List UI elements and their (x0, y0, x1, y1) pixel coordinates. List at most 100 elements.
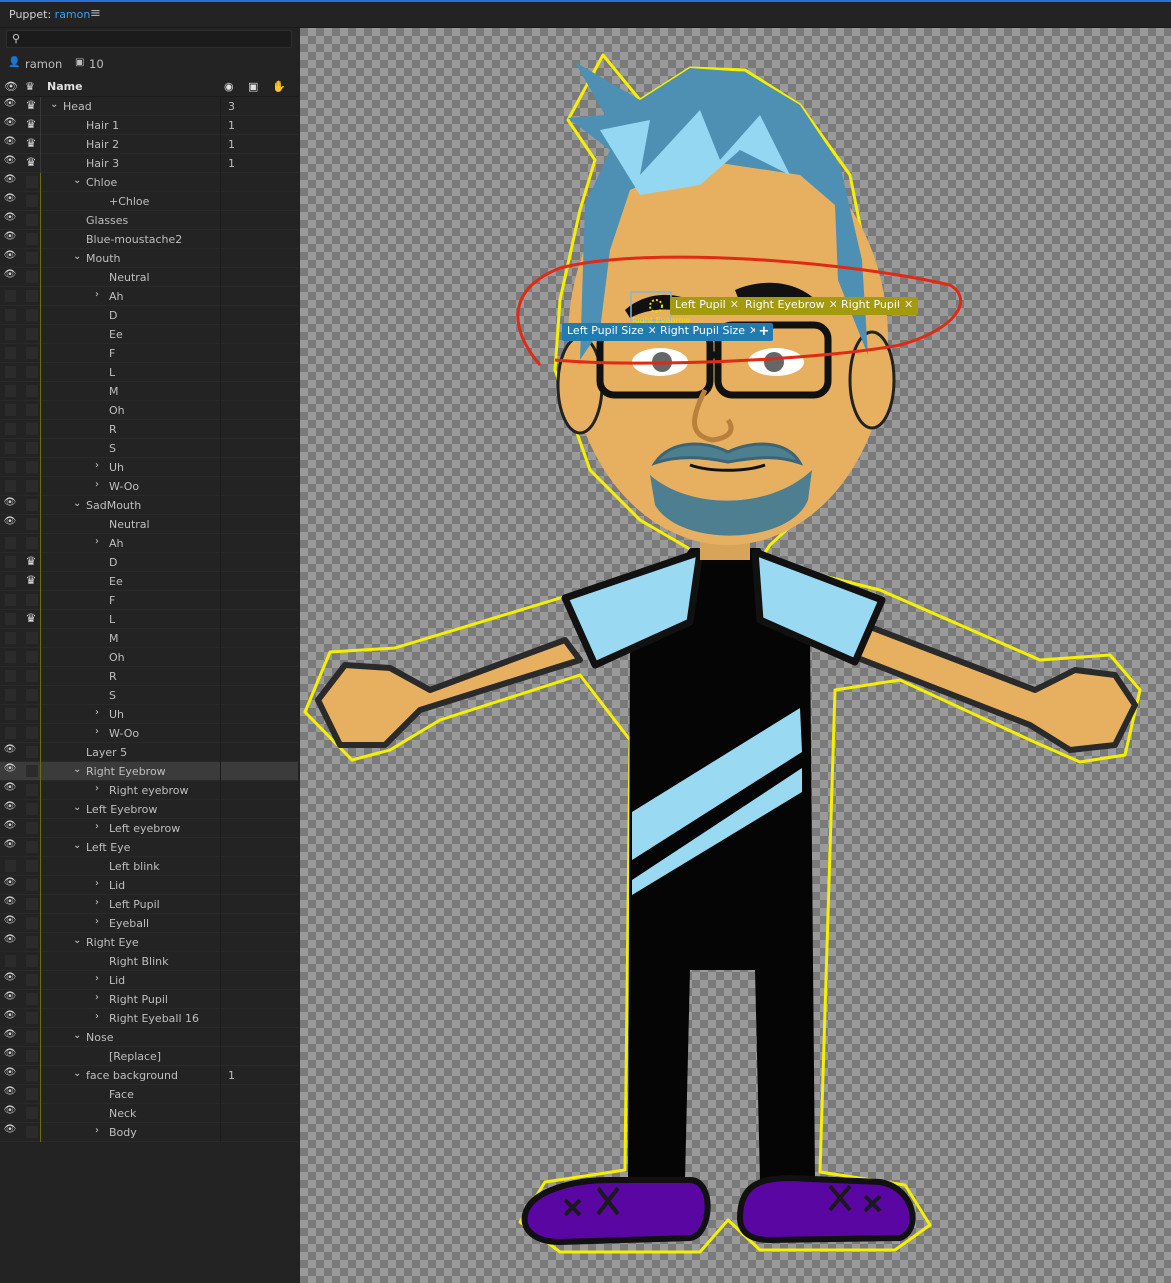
crown-toggle[interactable] (26, 784, 38, 796)
crown-toggle[interactable] (26, 860, 38, 872)
visibility-eye-icon[interactable]: 👁 (2, 516, 18, 527)
layer-row[interactable]: 👁 › Eyeball (0, 914, 298, 933)
visibility-eye-icon[interactable]: 👁 (2, 174, 18, 185)
crown-toggle[interactable] (26, 670, 38, 682)
puppet-name-link[interactable]: ramon (55, 8, 91, 21)
layer-row[interactable]: 👁 › Right Eyeball 16 (0, 1009, 298, 1028)
visibility-eye-icon[interactable]: 👁 (2, 98, 18, 109)
crown-toggle[interactable] (26, 385, 38, 397)
scene-canvas[interactable]: Right Eyebrow Left Pupil ✕ Right Eyebrow ✕… (300, 28, 1171, 1283)
visibility-eye-icon[interactable]: 👁 (2, 155, 18, 166)
crown-toggle[interactable] (26, 651, 38, 663)
visibility-off-toggle[interactable] (5, 651, 16, 663)
crown-toggle[interactable] (26, 936, 38, 948)
visibility-eye-icon[interactable]: 👁 (2, 934, 18, 945)
layer-row[interactable]: 👁 Blue-moustache2 (0, 230, 298, 249)
chevron-right-icon[interactable]: › (95, 992, 99, 1003)
crown-toggle[interactable] (26, 632, 38, 644)
visibility-off-toggle[interactable] (5, 632, 16, 644)
crown-toggle[interactable] (26, 594, 38, 606)
crown-icon[interactable]: ♛ (24, 136, 38, 150)
visibility-off-toggle[interactable] (5, 290, 16, 302)
visibility-eye-icon[interactable]: 👁 (2, 193, 18, 204)
visibility-eye-icon[interactable]: 👁 (2, 915, 18, 926)
layer-row[interactable]: 👁 ⌄ Nose (0, 1028, 298, 1047)
visibility-off-toggle[interactable] (5, 404, 16, 416)
visibility-eye-icon[interactable]: 👁 (2, 497, 18, 508)
visibility-off-toggle[interactable] (5, 461, 16, 473)
crown-toggle[interactable] (26, 1012, 38, 1024)
visibility-off-toggle[interactable] (5, 594, 16, 606)
crown-toggle[interactable] (26, 822, 38, 834)
layer-row[interactable]: 👁 › Lid (0, 876, 298, 895)
layer-row[interactable]: 👁 › Right Pupil (0, 990, 298, 1009)
crown-toggle[interactable] (26, 974, 38, 986)
crown-toggle[interactable] (26, 746, 38, 758)
origin-header-icon[interactable]: ◉ (224, 80, 234, 93)
layer-row[interactable]: 👁 +Chloe (0, 192, 298, 211)
visibility-off-toggle[interactable] (5, 955, 16, 967)
layer-row[interactable]: › W-Oo (0, 477, 298, 496)
chevron-down-icon[interactable]: ⌄ (73, 935, 81, 946)
add-tag-button[interactable]: + (755, 323, 773, 341)
crown-toggle[interactable] (26, 993, 38, 1005)
visibility-eye-icon[interactable]: 👁 (2, 250, 18, 261)
layer-row[interactable]: 👁 ⌄ Right Eyebrow (0, 762, 298, 781)
layer-row[interactable]: F (0, 344, 298, 363)
layer-row[interactable]: L (0, 363, 298, 382)
crown-toggle[interactable] (26, 271, 38, 283)
crown-toggle[interactable] (26, 537, 38, 549)
search-input[interactable]: ⚲ (6, 30, 292, 48)
layer-row[interactable]: 👁 ⌄ Left Eye (0, 838, 298, 857)
layer-row[interactable]: 👁 ⌄ Chloe (0, 173, 298, 192)
crown-toggle[interactable] (26, 309, 38, 321)
visibility-off-toggle[interactable] (5, 480, 16, 492)
crown-toggle[interactable] (26, 917, 38, 929)
visibility-eye-icon[interactable]: 👁 (2, 744, 18, 755)
visibility-off-toggle[interactable] (5, 442, 16, 454)
layer-row[interactable]: 👁 ⌄ SadMouth (0, 496, 298, 515)
crown-toggle[interactable] (26, 1031, 38, 1043)
crown-toggle[interactable] (26, 461, 38, 473)
visibility-eye-icon[interactable]: 👁 (2, 1105, 18, 1116)
chevron-down-icon[interactable]: ⌄ (73, 764, 81, 775)
layer-row[interactable]: 👁 ♛ ⌄ Head 3 (0, 97, 298, 116)
layer-row[interactable]: 👁 [Replace] (0, 1047, 298, 1066)
layer-row[interactable]: 👁 ⌄ Left Eyebrow (0, 800, 298, 819)
chevron-right-icon[interactable]: › (95, 479, 99, 490)
visibility-off-toggle[interactable] (5, 309, 16, 321)
chevron-down-icon[interactable]: ⌄ (73, 498, 81, 509)
chevron-down-icon[interactable]: ⌄ (50, 99, 58, 110)
crown-header-icon[interactable]: ♛ (25, 80, 35, 93)
chevron-right-icon[interactable]: › (95, 878, 99, 889)
crown-toggle[interactable] (26, 366, 38, 378)
visibility-eye-icon[interactable]: 👁 (2, 839, 18, 850)
crown-toggle[interactable] (26, 803, 38, 815)
visibility-eye-icon[interactable]: 👁 (2, 136, 18, 147)
layer-row[interactable]: 👁 ⌄ Mouth (0, 249, 298, 268)
crown-toggle[interactable] (26, 1050, 38, 1062)
crown-toggle[interactable] (26, 290, 38, 302)
crown-toggle[interactable] (26, 1088, 38, 1100)
chevron-right-icon[interactable]: › (95, 783, 99, 794)
visibility-eye-icon[interactable]: 👁 (2, 896, 18, 907)
visibility-eye-icon[interactable]: 👁 (2, 1067, 18, 1078)
crown-toggle[interactable] (26, 233, 38, 245)
hand-header-icon[interactable]: ✋ (272, 80, 286, 93)
layer-row[interactable]: Oh (0, 648, 298, 667)
visibility-eye-icon[interactable]: 👁 (2, 877, 18, 888)
crown-icon[interactable]: ♛ (24, 573, 38, 587)
visibility-header-icon[interactable]: 👁 (4, 80, 18, 93)
chevron-right-icon[interactable]: › (95, 897, 99, 908)
crown-toggle[interactable] (26, 765, 38, 777)
layer-row[interactable]: Right Blink (0, 952, 298, 971)
layer-row[interactable]: › Uh (0, 458, 298, 477)
chevron-right-icon[interactable]: › (95, 916, 99, 927)
layer-row[interactable]: 👁 ♛ Hair 3 1 (0, 154, 298, 173)
layer-row[interactable]: 👁 Glasses (0, 211, 298, 230)
layer-row[interactable]: Ee (0, 325, 298, 344)
layer-row[interactable]: D (0, 306, 298, 325)
crown-toggle[interactable] (26, 404, 38, 416)
visibility-eye-icon[interactable]: 👁 (2, 212, 18, 223)
visibility-eye-icon[interactable]: 👁 (2, 1048, 18, 1059)
